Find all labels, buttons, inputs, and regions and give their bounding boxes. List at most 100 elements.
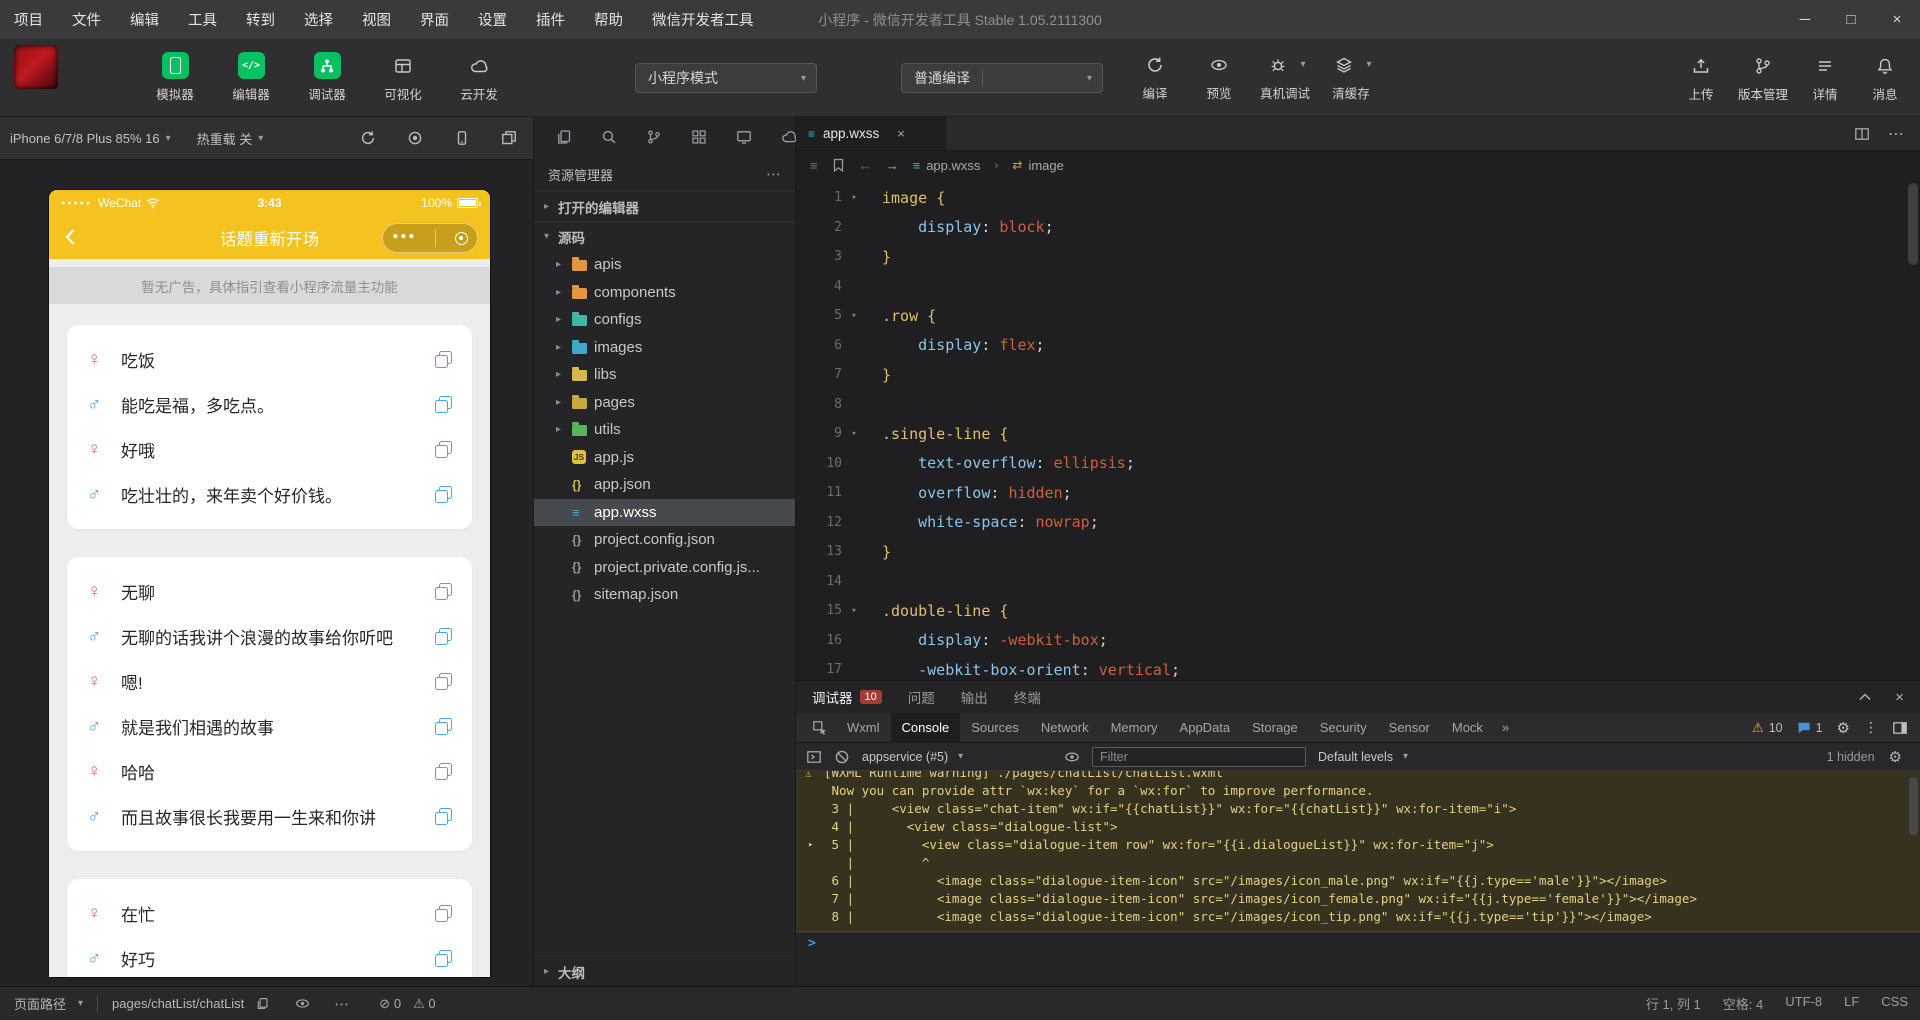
tree-item-project.private.config.js...[interactable]: {} project.private.config.js... [534,554,795,582]
debug-tab-问题[interactable]: 问题 [908,687,935,707]
eol-type[interactable]: LF [1844,994,1859,1013]
copy-icon[interactable] [435,905,452,922]
cursor-position[interactable]: 行 1, 列 1 [1646,994,1701,1013]
visualization-button[interactable]: 可视化 [380,52,426,103]
sim-multi-window-icon[interactable] [501,130,517,146]
project-logo[interactable] [14,45,58,89]
version-control-button[interactable]: 版本管理 [1738,52,1788,103]
tree-item-project.config.json[interactable]: {} project.config.json [534,526,795,554]
more-icon[interactable]: ⋯ [766,165,781,183]
simulator-toggle-button[interactable]: 模拟器 [152,52,198,103]
copy-icon[interactable] [435,718,452,735]
cloud-dev-button[interactable]: 云开发 [456,52,502,103]
copy-icon[interactable] [435,486,452,503]
menu-item[interactable]: 帮助 [594,9,623,30]
tab-close-icon[interactable]: × [897,126,905,141]
fold-chevron-icon[interactable]: ▾ [842,606,866,616]
debug-tab-调试器[interactable]: 调试器 10 [812,687,882,707]
maximize-icon[interactable]: □ [1828,0,1874,39]
preview-button[interactable]: 预览 [1196,51,1242,102]
back-chevron-icon[interactable] [61,227,81,247]
tree-item-images[interactable]: ▸ images [534,334,795,362]
cloud-sync-icon[interactable] [781,129,797,145]
copy-icon[interactable] [435,763,452,780]
split-editor-icon[interactable] [1854,126,1870,142]
tree-item-app.json[interactable]: {} app.json [534,471,795,499]
menu-item[interactable]: 设置 [478,9,507,30]
tree-item-utils[interactable]: ▸ utils [534,416,795,444]
console-scrollbar[interactable] [1909,777,1918,835]
menu-item[interactable]: 选择 [304,9,333,30]
copy-icon[interactable] [435,808,452,825]
open-editors-section[interactable]: ▸ 打开的编辑器 [534,191,795,221]
collapse-panel-icon[interactable] [1857,689,1873,705]
chat-row[interactable]: ♀ 在忙 [67,891,472,936]
chat-row[interactable]: ♀ 嗯! [67,659,472,704]
execution-context-select[interactable]: appservice (#5) ▾ [862,750,1052,764]
preview-window-icon[interactable] [736,129,752,145]
console-prompt[interactable]: > [796,932,1920,954]
devtools-tab-memory[interactable]: Memory [1100,713,1169,742]
device-selector[interactable]: iPhone 6/7/8 Plus 85% 16 ▾ [10,131,171,146]
menu-item[interactable]: 插件 [536,9,565,30]
editor-toggle-button[interactable]: </> 编辑器 [228,52,274,103]
problems-indicator[interactable]: ⊘ 0 ⚠ 0 [379,996,435,1012]
devtools-tab-mock[interactable]: Mock [1441,713,1494,742]
more-icon[interactable]: ⋯ [334,995,349,1013]
language-mode[interactable]: CSS [1881,994,1908,1013]
chat-row[interactable]: ♀ 吃饭 [67,337,472,382]
nav-back-icon[interactable]: ← [859,158,872,173]
editor-scrollbar[interactable] [1908,183,1918,265]
messages-button[interactable]: 消息 [1862,52,1908,103]
debug-tab-输出[interactable]: 输出 [961,687,988,707]
chat-row[interactable]: ♂ 能吃是福，多吃点。 [67,382,472,427]
inspect-cursor-icon[interactable] [804,713,836,742]
eye-icon[interactable] [295,996,310,1011]
console-settings-gear-icon[interactable]: ⚙ [1889,748,1902,766]
chat-row[interactable]: ♀ 哈哈 [67,749,472,794]
log-levels-select[interactable]: Default levels ▾ [1318,750,1408,764]
copy-path-icon[interactable] [256,997,269,1010]
compile-mode-select[interactable]: 普通编译 ▾ [901,63,1103,93]
close-icon[interactable]: × [1874,0,1920,39]
tree-item-libs[interactable]: ▸ libs [534,361,795,389]
menu-item[interactable]: 界面 [420,9,449,30]
menu-item[interactable]: 视图 [362,9,391,30]
details-button[interactable]: 详情 [1802,52,1848,103]
devtools-tab-wxml[interactable]: Wxml [836,713,891,742]
tab-app-wxss[interactable]: ≡ app.wxss × [796,117,946,150]
indentation[interactable]: 空格: 4 [1723,994,1763,1013]
copy-icon[interactable] [435,950,452,967]
code-editor[interactable]: 1 ▾ 2 3 4 5 ▾ 6 7 8 9 ▾ 10 11 12 13 14 15 ▾ 16 17 image { di… [796,179,1920,680]
exit-circle-icon[interactable] [454,231,468,245]
more-menu-icon[interactable]: ●●● [392,231,416,245]
menu-item[interactable]: 工具 [188,9,217,30]
chat-row[interactable]: ♂ 吃壮壮的，来年卖个好价钱。 [67,472,472,517]
menu-item[interactable]: 转到 [246,9,275,30]
list-icon[interactable]: ≡ [810,158,818,173]
devtools-tab-sources[interactable]: Sources [960,713,1030,742]
sim-rotate-icon[interactable] [454,130,470,146]
copy-icon[interactable] [435,441,452,458]
warning-count[interactable]: 10 [1769,721,1783,735]
dock-side-icon[interactable] [1892,720,1908,736]
outline-section[interactable]: ▸ 大纲 [534,956,795,986]
clear-console-icon[interactable] [834,749,850,765]
expand-icon[interactable]: ▸ [808,836,813,854]
devtools-tab-sensor[interactable]: Sensor [1378,713,1441,742]
upload-button[interactable]: 上传 [1678,52,1724,103]
copy-icon[interactable] [435,628,452,645]
nav-forward-icon[interactable]: → [886,158,899,173]
chat-row[interactable]: ♂ 无聊的话我讲个浪漫的故事给你听吧 [67,614,472,659]
console-sidebar-icon[interactable] [806,749,822,765]
fold-chevron-icon[interactable]: ▾ [842,311,866,321]
sim-record-icon[interactable] [407,130,423,146]
bookmark-icon[interactable] [832,158,845,172]
clear-cache-button[interactable]: ▾ 清缓存 [1328,51,1374,102]
tree-item-components[interactable]: ▸ components [534,279,795,307]
chat-row[interactable]: ♂ 而且故事很长我要用一生来和你讲 [67,794,472,839]
copy-icon[interactable] [435,673,452,690]
eye-icon[interactable] [1064,749,1080,765]
issues-bubble-icon[interactable] [1797,721,1811,734]
breadcrumb-symbol[interactable]: ⇄ image [1012,158,1063,173]
